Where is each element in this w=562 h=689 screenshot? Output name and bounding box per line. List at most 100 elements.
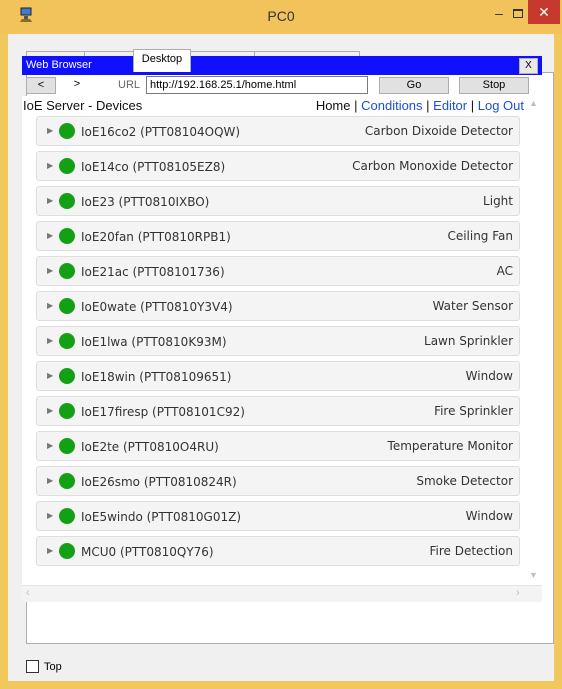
- expand-caret-icon[interactable]: ▶: [47, 476, 53, 485]
- device-name: IoE2te (PTT0810O4RU): [81, 440, 219, 454]
- browser-close-button[interactable]: X: [519, 58, 538, 74]
- nav-separator: |: [467, 98, 478, 113]
- close-button[interactable]: ✕: [528, 0, 560, 24]
- expand-caret-icon[interactable]: ▶: [47, 546, 53, 555]
- device-row[interactable]: ▶ MCU0 (PTT0810QY76) Fire Detection: [36, 536, 520, 566]
- horizontal-scrollbar[interactable]: ‹ ›: [22, 585, 542, 602]
- back-button[interactable]: <: [26, 77, 56, 94]
- device-type: Ceiling Fan: [447, 229, 513, 243]
- expand-caret-icon[interactable]: ▶: [47, 231, 53, 240]
- scroll-right-icon[interactable]: ›: [516, 587, 520, 599]
- page-title: IoE Server - Devices: [23, 98, 143, 113]
- expand-caret-icon[interactable]: ▶: [47, 126, 53, 135]
- expand-caret-icon[interactable]: ▶: [47, 301, 53, 310]
- device-type: Carbon Dixoide Detector: [364, 124, 513, 138]
- device-type: Smoke Detector: [416, 474, 513, 488]
- expand-caret-icon[interactable]: ▶: [47, 511, 53, 520]
- scroll-up-icon[interactable]: ▲: [529, 98, 538, 108]
- device-row[interactable]: ▶ IoE21ac (PTT08101736) AC: [36, 256, 520, 286]
- go-button[interactable]: Go: [379, 77, 449, 94]
- expand-caret-icon[interactable]: ▶: [47, 371, 53, 380]
- maximize-button[interactable]: [508, 6, 528, 24]
- device-row[interactable]: ▶ IoE2te (PTT0810O4RU) Temperature Monitor: [36, 431, 520, 461]
- device-type: Water Sensor: [432, 299, 513, 313]
- status-dot-icon: [59, 508, 75, 524]
- device-row[interactable]: ▶ IoE26smo (PTT0810824R) Smoke Detector: [36, 466, 520, 496]
- status-dot-icon: [59, 473, 75, 489]
- device-name: IoE16co2 (PTT08104OQW): [81, 125, 241, 139]
- device-row[interactable]: ▶ IoE1lwa (PTT0810K93M) Lawn Sprinkler: [36, 326, 520, 356]
- expand-caret-icon[interactable]: ▶: [47, 406, 53, 415]
- status-dot-icon: [59, 438, 75, 454]
- status-dot-icon: [59, 228, 75, 244]
- status-dot-icon: [59, 158, 75, 174]
- device-name: IoE5windo (PTT0810G01Z): [81, 510, 242, 524]
- status-dot-icon: [59, 543, 75, 559]
- forward-button[interactable]: >: [62, 77, 92, 94]
- device-row[interactable]: ▶ IoE0wate (PTT0810Y3V4) Water Sensor: [36, 291, 520, 321]
- device-name: IoE26smo (PTT0810824R): [81, 475, 237, 489]
- device-type: Lawn Sprinkler: [424, 334, 513, 348]
- expand-caret-icon[interactable]: ▶: [47, 196, 53, 205]
- expand-caret-icon[interactable]: ▶: [47, 441, 53, 450]
- top-checkbox-group[interactable]: Top: [26, 660, 62, 673]
- device-name: IoE18win (PTT08109651): [81, 370, 232, 384]
- minimize-icon: –: [495, 5, 503, 21]
- vertical-scrollbar[interactable]: ▲ ▼: [526, 96, 542, 602]
- top-checkbox[interactable]: [26, 660, 39, 673]
- expand-caret-icon[interactable]: ▶: [47, 266, 53, 275]
- expand-caret-icon[interactable]: ▶: [47, 161, 53, 170]
- url-label: URL: [118, 79, 141, 91]
- stop-button[interactable]: Stop: [459, 77, 529, 94]
- device-row[interactable]: ▶ IoE23 (PTT0810IXBO) Light: [36, 186, 520, 216]
- expand-caret-icon[interactable]: ▶: [47, 336, 53, 345]
- nav-logout-link[interactable]: Log Out: [478, 98, 524, 113]
- device-name: IoE23 (PTT0810IXBO): [81, 195, 210, 209]
- device-name: IoE17firesp (PTT08101C92): [81, 405, 245, 419]
- device-type: AC: [496, 264, 513, 278]
- device-type: Fire Detection: [429, 544, 513, 558]
- close-icon: ✕: [538, 4, 550, 20]
- device-name: MCU0 (PTT0810QY76): [81, 545, 214, 559]
- scroll-down-icon[interactable]: ▼: [529, 570, 538, 580]
- nav-editor-link[interactable]: Editor: [433, 98, 467, 113]
- device-list: ▶ IoE16co2 (PTT08104OQW) Carbon Dixoide De…: [36, 116, 520, 571]
- web-browser-title: Web Browser: [26, 59, 92, 71]
- device-name: IoE0wate (PTT0810Y3V4): [81, 300, 233, 314]
- url-input[interactable]: [146, 76, 368, 94]
- device-row[interactable]: ▶ IoE5windo (PTT0810G01Z) Window: [36, 501, 520, 531]
- device-row[interactable]: ▶ IoE18win (PTT08109651) Window: [36, 361, 520, 391]
- device-row[interactable]: ▶ IoE14co (PTT08105EZ8) Carbon Monoxide De…: [36, 151, 520, 181]
- nav-conditions-link[interactable]: Conditions: [361, 98, 422, 113]
- device-type: Temperature Monitor: [387, 439, 513, 453]
- status-dot-icon: [59, 193, 75, 209]
- device-name: IoE1lwa (PTT0810K93M): [81, 335, 227, 349]
- browser-content: IoE Server - Devices Home | Conditions |…: [22, 96, 542, 602]
- browser-navbar: < > URL Go Stop: [22, 76, 542, 96]
- device-name: IoE14co (PTT08105EZ8): [81, 160, 226, 174]
- web-browser-titlebar: Web Browser X: [22, 56, 542, 75]
- device-type: Window: [465, 369, 513, 383]
- nav-separator: |: [422, 98, 434, 113]
- device-type: Fire Sprinkler: [434, 404, 513, 418]
- device-name: IoE21ac (PTT08101736): [81, 265, 225, 279]
- status-dot-icon: [59, 123, 75, 139]
- status-dot-icon: [59, 368, 75, 384]
- device-type: Carbon Monoxide Detector: [352, 159, 513, 173]
- top-checkbox-label: Top: [44, 660, 62, 673]
- nav-home-link[interactable]: Home: [316, 98, 351, 113]
- status-dot-icon: [59, 298, 75, 314]
- window-titlebar: PC0 – ✕: [0, 0, 562, 34]
- status-dot-icon: [59, 333, 75, 349]
- tab-desktop[interactable]: Desktop: [132, 49, 192, 72]
- status-dot-icon: [59, 263, 75, 279]
- window-title: PC0: [267, 8, 295, 24]
- device-type: Window: [465, 509, 513, 523]
- page-nav: Home | Conditions | Editor | Log Out: [316, 98, 524, 113]
- device-row[interactable]: ▶ IoE16co2 (PTT08104OQW) Carbon Dixoide De…: [36, 116, 520, 146]
- device-type: Light: [483, 194, 513, 208]
- scroll-left-icon[interactable]: ‹: [26, 587, 30, 599]
- device-row[interactable]: ▶ IoE17firesp (PTT08101C92) Fire Sprinkler: [36, 396, 520, 426]
- nav-separator: |: [350, 98, 362, 113]
- device-row[interactable]: ▶ IoE20fan (PTT0810RPB1) Ceiling Fan: [36, 221, 520, 251]
